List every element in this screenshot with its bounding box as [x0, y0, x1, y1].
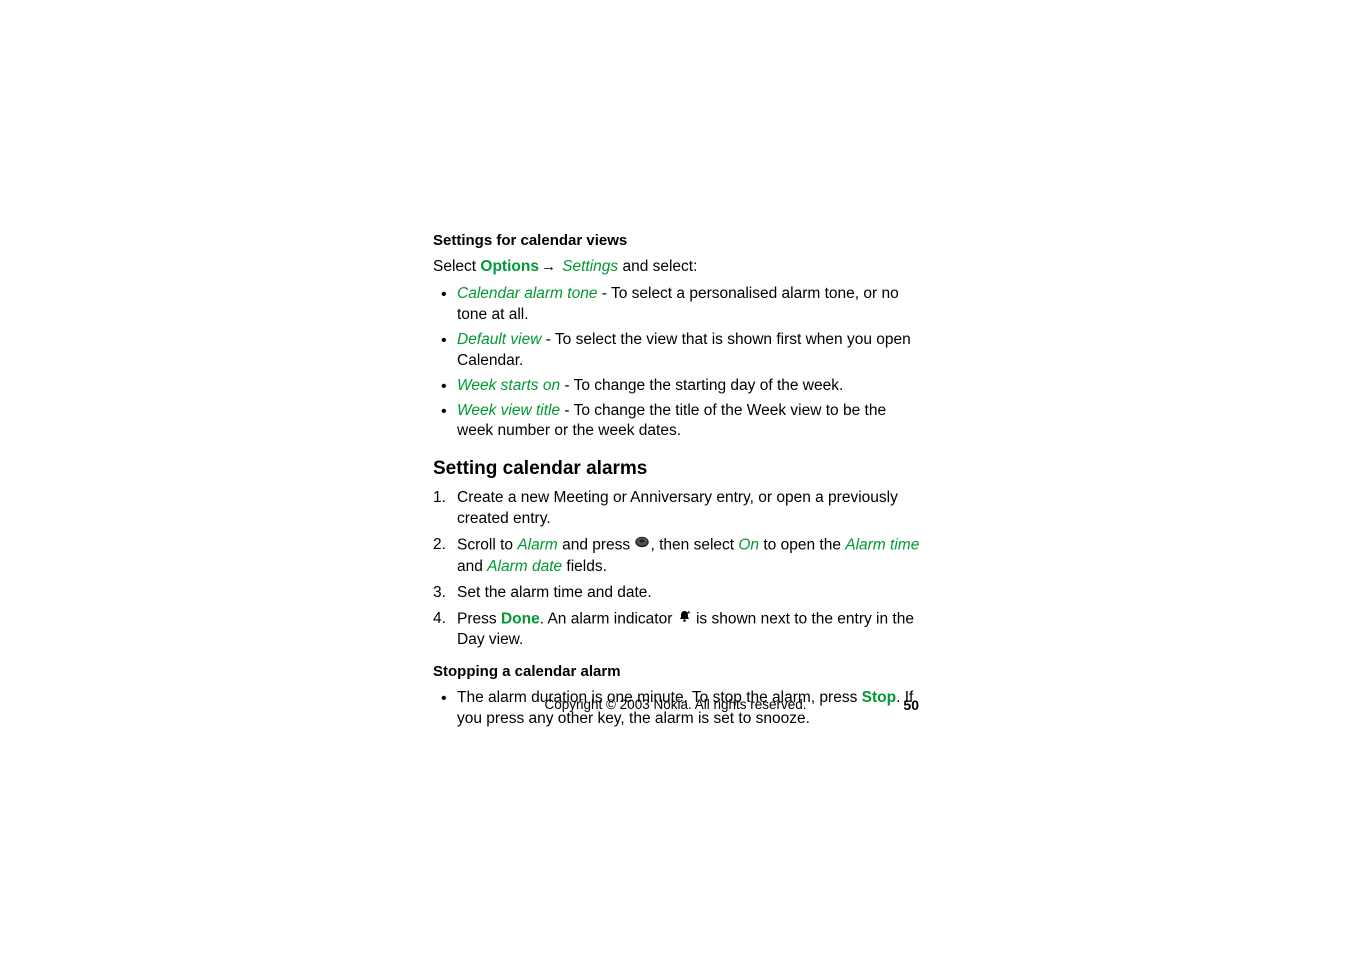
alarmdate-link: Alarm date — [487, 558, 562, 575]
step-text: to open the — [759, 537, 845, 554]
step-text: Scroll to — [457, 537, 517, 554]
step-item: Create a new Meeting or Anniversary entr… — [433, 488, 923, 530]
settings-views-heading: Settings for calendar views — [433, 232, 923, 249]
item-label: Default view — [457, 331, 541, 348]
step-text: . An alarm indicator — [540, 610, 677, 627]
list-item: Default view - To select the view that i… — [433, 330, 923, 372]
page-content: Settings for calendar views Select Optio… — [433, 232, 923, 744]
options-link: Options — [480, 258, 539, 275]
step-text: , then select — [650, 537, 738, 554]
alarm-link: Alarm — [517, 537, 557, 554]
item-label: Week starts on — [457, 377, 560, 394]
done-link: Done — [501, 610, 540, 627]
step-text: Press — [457, 610, 501, 627]
list-item: Calendar alarm tone - To select a person… — [433, 284, 923, 326]
step-item: Set the alarm time and date. — [433, 583, 923, 604]
step-item: Scroll to Alarm and press , then select … — [433, 535, 923, 577]
step-item: Press Done. An alarm indicator is shown … — [433, 609, 923, 651]
list-item: Week view title - To change the title of… — [433, 401, 923, 443]
stopping-alarm-heading: Stopping a calendar alarm — [433, 663, 923, 680]
item-label: Calendar alarm tone — [457, 285, 597, 302]
copyright-footer: Copyright © 2003 Nokia. All rights reser… — [0, 697, 1351, 712]
bell-icon — [678, 609, 691, 630]
joystick-icon — [635, 535, 649, 556]
setting-alarms-heading: Setting calendar alarms — [433, 458, 923, 480]
on-link: On — [738, 537, 759, 554]
steps-list: Create a new Meeting or Anniversary entr… — [433, 488, 923, 651]
page-number: 50 — [903, 697, 919, 713]
step-text: and press — [558, 537, 635, 554]
list-item: Week starts on - To change the starting … — [433, 376, 923, 397]
item-desc: - To change the starting day of the week… — [560, 377, 843, 394]
alarmtime-link: Alarm time — [845, 537, 919, 554]
settings-list: Calendar alarm tone - To select a person… — [433, 284, 923, 442]
step-text: and — [457, 558, 487, 575]
step-text: fields. — [562, 558, 607, 575]
settings-link: Settings — [562, 258, 618, 275]
select-prefix: Select — [433, 258, 480, 275]
and-select: and select: — [618, 258, 697, 275]
item-label: Week view title — [457, 402, 560, 419]
arrow-icon: → — [539, 258, 562, 275]
select-line: Select Options→ Settings and select: — [433, 257, 923, 278]
